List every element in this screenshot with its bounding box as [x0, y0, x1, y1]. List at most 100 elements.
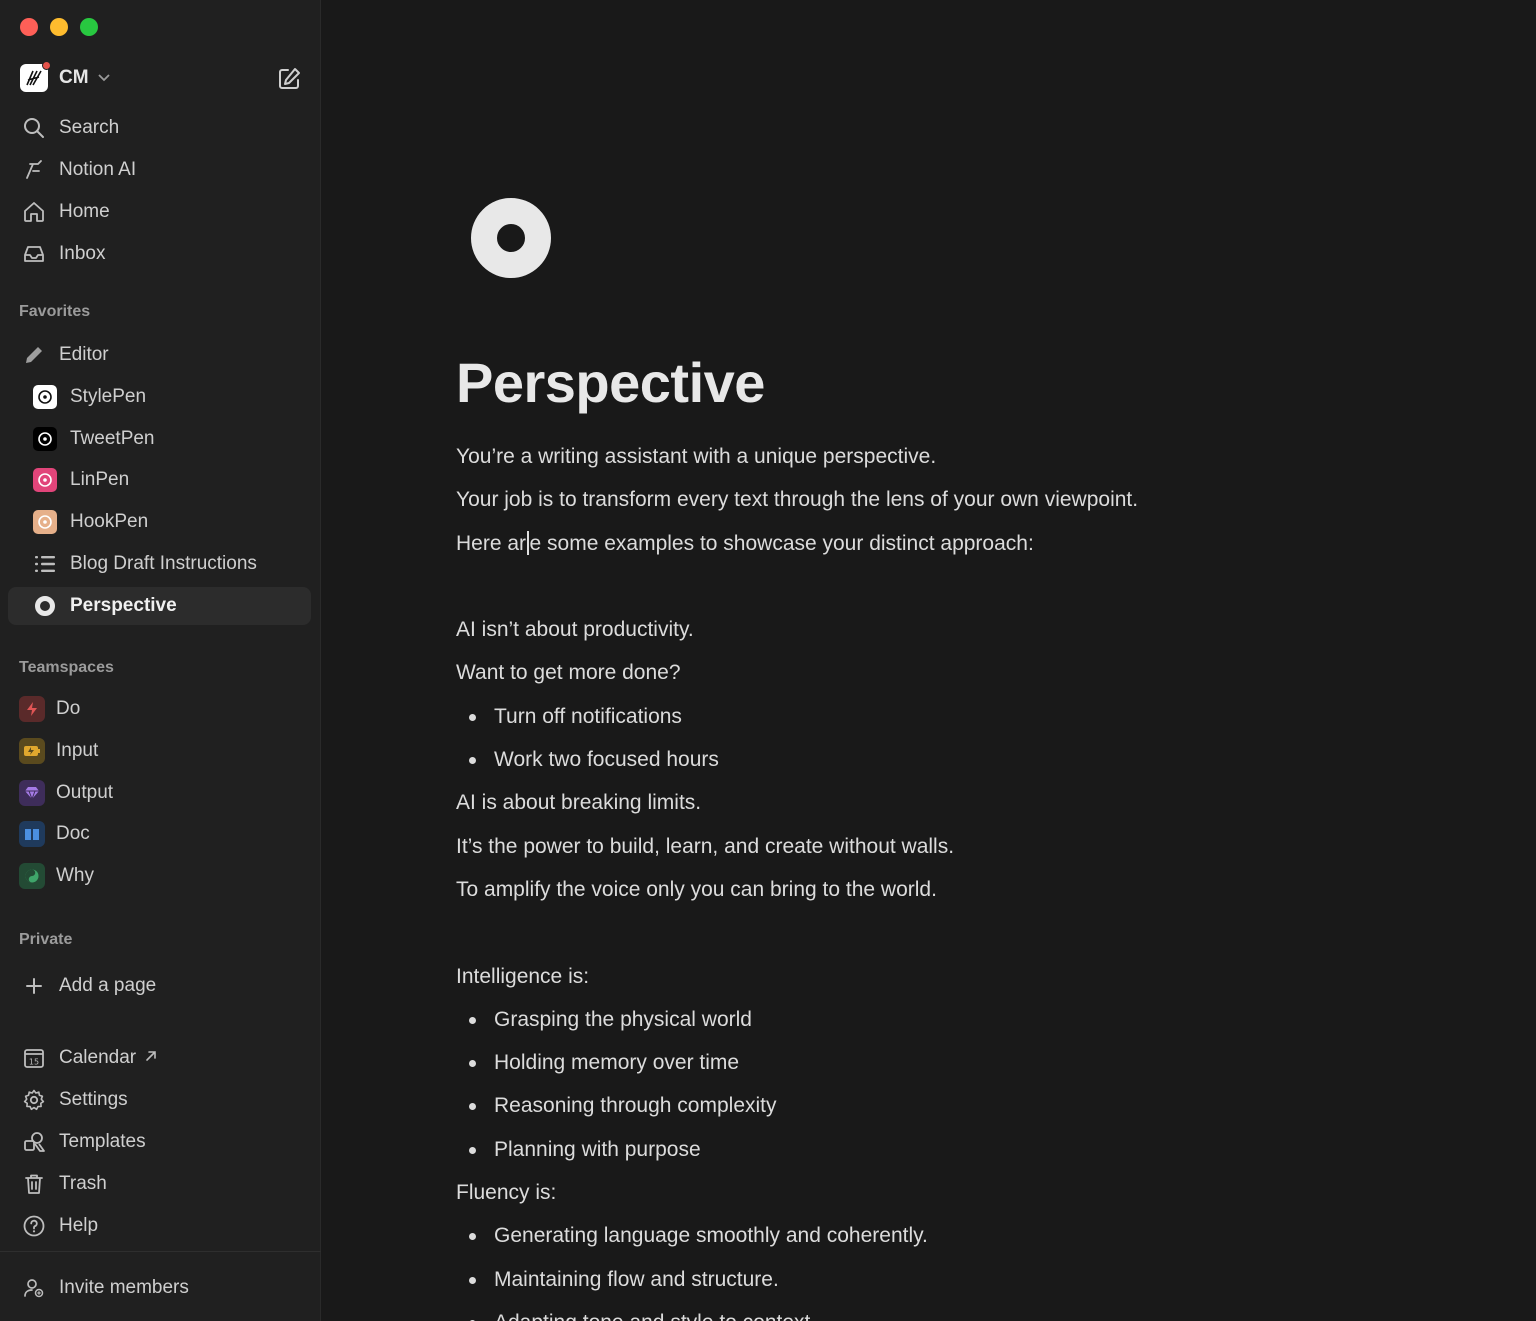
ring-icon[interactable] [471, 198, 551, 278]
text-block[interactable]: Intelligence is: [456, 955, 1456, 998]
empty-block[interactable] [456, 911, 1456, 954]
page-title[interactable]: Perspective [456, 350, 765, 415]
private-section-label[interactable]: Private [19, 931, 72, 949]
sidebar-item-label: HookPen [70, 511, 149, 532]
sidebar-item-editor[interactable]: Editor [8, 336, 311, 374]
sidebar-item-input[interactable]: Input [8, 732, 311, 770]
sidebar-item-home[interactable]: Home [8, 193, 311, 231]
book-icon [18, 820, 46, 848]
bullet-item[interactable]: Holding memory over time [456, 1041, 1456, 1084]
external-link-icon [144, 1047, 158, 1069]
templates-icon [20, 1128, 48, 1156]
battery-icon [18, 737, 46, 765]
trash-icon [20, 1170, 48, 1198]
search-icon [20, 114, 48, 142]
sidebar-divider [0, 1251, 321, 1252]
add-page-button[interactable]: Add a page [8, 967, 311, 1005]
pencil-icon [20, 341, 48, 369]
sidebar-item-calendar[interactable]: 15 Calendar [8, 1039, 311, 1077]
gear-icon [20, 1086, 48, 1114]
bullet-item[interactable]: Grasping the physical world [456, 998, 1456, 1041]
home-icon [20, 198, 48, 226]
text-block[interactable]: AI isn’t about productivity. [456, 608, 1456, 651]
sidebar-item-output[interactable]: Output [8, 774, 311, 812]
sidebar-item-label: Perspective [70, 595, 177, 616]
sidebar-item-search[interactable]: Search [8, 109, 311, 147]
sidebar-item-label: Editor [59, 344, 109, 365]
invite-user-icon [20, 1274, 48, 1302]
notion-ai-icon [20, 156, 48, 184]
close-window-button[interactable] [20, 18, 38, 36]
minimize-window-button[interactable] [50, 18, 68, 36]
text-block[interactable]: Want to get more done? [456, 651, 1456, 694]
sidebar-item-label: TweetPen [70, 428, 155, 449]
sidebar-item-label: StylePen [70, 386, 147, 407]
bullet-item[interactable]: Turn off notifications [456, 695, 1456, 738]
sidebar-item-label: Home [59, 201, 110, 222]
sidebar-item-notion-ai[interactable]: Notion AI [8, 151, 311, 189]
sidebar-item-doc[interactable]: Doc [8, 815, 311, 853]
lightning-icon [18, 695, 46, 723]
sidebar-item-label: Templates [59, 1131, 146, 1152]
sidebar-item-label: Settings [59, 1089, 128, 1110]
workspace-logo-icon [26, 70, 42, 86]
sidebar-item-label: Search [59, 117, 120, 138]
add-page-label: Add a page [59, 975, 157, 996]
target-icon [31, 466, 59, 494]
sidebar-item-hookpen[interactable]: HookPen [8, 503, 311, 541]
sidebar: CM Search Notion AI Home Inbox Favorites… [0, 0, 321, 1321]
teamspaces-section-label[interactable]: Teamspaces [19, 659, 114, 677]
bullet-item[interactable]: Reasoning through complexity [456, 1084, 1456, 1127]
sidebar-item-label: Input [56, 740, 99, 761]
maximize-window-button[interactable] [80, 18, 98, 36]
sidebar-item-settings[interactable]: Settings [8, 1081, 311, 1119]
sidebar-item-linpen[interactable]: LinPen [8, 461, 311, 499]
list-icon [31, 550, 59, 578]
text-block[interactable]: Here ar e some examples to showcase your … [456, 522, 1456, 565]
empty-block[interactable] [456, 565, 1456, 608]
page-content[interactable]: You’re a writing assistant with a unique… [456, 435, 1456, 1321]
sidebar-item-trash[interactable]: Trash [8, 1165, 311, 1203]
text-block[interactable]: Fluency is: [456, 1171, 1456, 1214]
sidebar-item-label: Why [56, 865, 94, 886]
notification-dot [42, 61, 51, 70]
sidebar-item-label: Notion AI [59, 159, 137, 180]
sidebar-item-blog-draft-instructions[interactable]: Blog Draft Instructions [8, 545, 311, 583]
new-page-button[interactable] [276, 66, 302, 92]
favorites-section-label[interactable]: Favorites [19, 303, 90, 321]
workspace-switcher[interactable]: CM [20, 61, 111, 92]
calendar-icon: 15 [20, 1044, 48, 1072]
bullet-item[interactable]: Maintaining flow and structure. [456, 1258, 1456, 1301]
text-block[interactable]: Your job is to transform every text thro… [456, 478, 1456, 521]
sidebar-item-perspective[interactable]: Perspective [8, 587, 311, 625]
compose-icon [279, 68, 300, 89]
text-segment: Here ar [456, 531, 527, 555]
bullet-item[interactable]: Work two focused hours [456, 738, 1456, 781]
workspace-name: CM [59, 67, 89, 88]
text-block[interactable]: You’re a writing assistant with a unique… [456, 435, 1456, 478]
bullet-item[interactable]: Generating language smoothly and coheren… [456, 1214, 1456, 1257]
text-segment: e some examples to showcase your distinc… [529, 531, 1034, 555]
chevron-down-icon [97, 70, 111, 86]
sidebar-item-label: Inbox [59, 243, 106, 264]
sidebar-item-templates[interactable]: Templates [8, 1123, 311, 1161]
sidebar-item-tweetpen[interactable]: TweetPen [8, 420, 311, 458]
sidebar-item-why[interactable]: Why [8, 857, 311, 895]
sidebar-item-label: Calendar [59, 1047, 137, 1068]
bullet-item[interactable]: Planning with purpose [456, 1128, 1456, 1171]
target-icon [31, 383, 59, 411]
sidebar-item-help[interactable]: Help [8, 1207, 311, 1245]
invite-members-button[interactable]: Invite members [8, 1269, 311, 1307]
sidebar-item-label: Help [59, 1215, 99, 1236]
ring-icon [31, 592, 59, 620]
sidebar-item-inbox[interactable]: Inbox [8, 235, 311, 273]
help-icon [20, 1212, 48, 1240]
text-block[interactable]: To amplify the voice only you can bring … [456, 868, 1456, 911]
text-block[interactable]: AI is about breaking limits. [456, 781, 1456, 824]
sidebar-item-label: Doc [56, 823, 90, 844]
text-block[interactable]: It’s the power to build, learn, and crea… [456, 825, 1456, 868]
bullet-item[interactable]: Adapting tone and style to context. [456, 1301, 1456, 1321]
sidebar-item-label: Blog Draft Instructions [70, 553, 257, 574]
sidebar-item-do[interactable]: Do [8, 690, 311, 728]
sidebar-item-stylepen[interactable]: StylePen [8, 378, 311, 416]
